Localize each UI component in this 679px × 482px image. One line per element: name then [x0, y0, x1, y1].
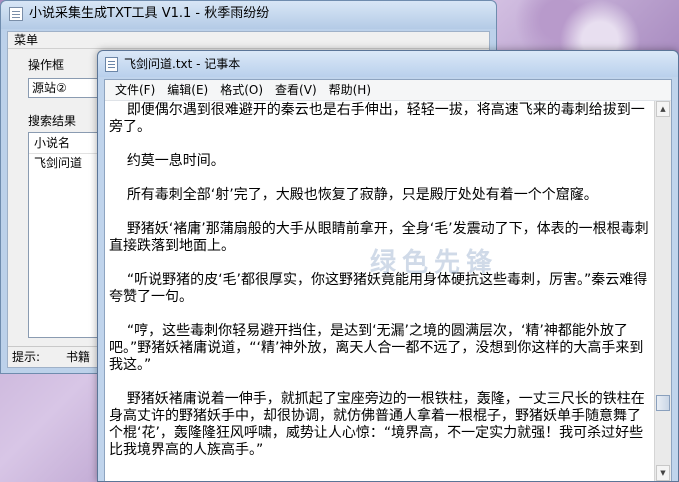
notepad-menu-bar: 文件(F) 编辑(E) 格式(O) 查看(V) 帮助(H) [105, 80, 671, 101]
vertical-scrollbar[interactable]: ▲ ▼ [654, 101, 671, 481]
app-title: 小说采集生成TXT工具 V1.1 - 秋季雨纷纷 [29, 6, 270, 21]
scrollbar-thumb[interactable] [656, 395, 670, 411]
notepad-icon [105, 57, 118, 72]
text-line [109, 255, 650, 272]
window-app-icon [9, 7, 23, 21]
notepad-title-bar[interactable]: 飞剑问道.txt - 记事本 [98, 51, 678, 77]
text-line: 即便偶尔遇到很难避开的秦云也是右手伸出，轻轻一拔，将高速飞来的毒刺给拔到一旁了。 [109, 102, 645, 135]
text-line: “哼，这些毒刺你轻易避开挡住，是达到‘无漏’之境的圆满层次，‘精’神都能外放了吧… [109, 323, 644, 373]
notepad-window: 飞剑问道.txt - 记事本 文件(F) 编辑(E) 格式(O) 查看(V) 帮… [97, 50, 679, 482]
text-line [109, 136, 650, 153]
scroll-down-arrow-icon[interactable]: ▼ [656, 465, 670, 481]
text-line: 约莫一息时间。 [109, 153, 225, 169]
text-line [109, 306, 650, 323]
text-line: “听说野猪的皮‘毛’都很厚实，你这野猪妖竟能用身体硬抗这些毒刺，厉害。”秦云难得… [109, 272, 648, 305]
text-line [109, 204, 650, 221]
menu-help[interactable]: 帮助(H) [323, 80, 377, 100]
menu-file[interactable]: 文件(F) [109, 80, 161, 100]
notepad-title: 飞剑问道.txt - 记事本 [124, 57, 241, 71]
text-line: 野猪妖褚庸说着一伸手，就抓起了宝座旁边的一根铁柱，轰隆，一丈三尺长的铁柱在身高丈… [109, 391, 645, 458]
results-column-header[interactable]: 小说名 [29, 133, 107, 154]
text-line [109, 374, 650, 391]
status-bookmark-label: 书籍 [66, 350, 91, 364]
status-hint-label: 提示: [12, 350, 41, 364]
list-item[interactable]: 飞剑问道 [29, 154, 107, 172]
menu-format[interactable]: 格式(O) [214, 80, 269, 100]
app-title-bar[interactable]: 小说采集生成TXT工具 V1.1 - 秋季雨纷纷 [1, 1, 496, 29]
text-line: 野猪妖‘褚庸’那蒲扇般的大手从眼睛前拿开，全身‘毛’发震动了下，体表的一根根毒刺… [109, 221, 649, 254]
search-results-list[interactable]: 小说名 飞剑问道 [28, 132, 108, 338]
notepad-client-area: 文件(F) 编辑(E) 格式(O) 查看(V) 帮助(H) 即便偶尔遇到很难避开… [104, 79, 672, 481]
menu-edit[interactable]: 编辑(E) [161, 80, 214, 100]
source-select[interactable]: 源站② [28, 78, 108, 98]
operation-box-label: 操作框 [28, 58, 65, 72]
source-select-value: 源站② [32, 81, 67, 95]
notepad-text-area[interactable]: 即便偶尔遇到很难避开的秦云也是右手伸出，轻轻一拔，将高速飞来的毒刺给拔到一旁了。… [105, 101, 654, 481]
menu-view[interactable]: 查看(V) [269, 80, 323, 100]
text-line: 所有毒刺全部‘射’完了，大殿也恢复了寂静，只是殿厅处处有着一个个窟窿。 [109, 187, 598, 203]
menu-item-menu[interactable]: 菜单 [14, 33, 38, 47]
search-results-label: 搜索结果 [28, 114, 77, 128]
text-line [109, 170, 650, 187]
app-menu-bar: 菜单 [8, 32, 489, 49]
scroll-up-arrow-icon[interactable]: ▲ [656, 101, 670, 117]
